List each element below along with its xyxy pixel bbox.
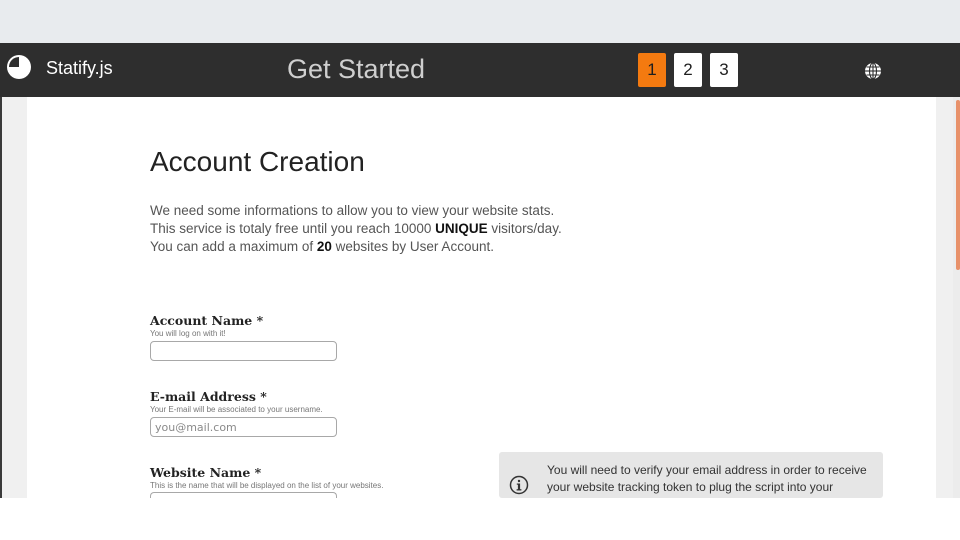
window-left-edge bbox=[0, 97, 2, 498]
website-name-hint: This is the name that will be displayed … bbox=[150, 481, 384, 490]
browser-top-strip bbox=[0, 0, 960, 43]
step-2-button[interactable]: 2 bbox=[674, 53, 702, 87]
intro-line-3: You can add a maximum of 20 websites by … bbox=[150, 239, 494, 254]
account-name-hint: You will log on with it! bbox=[150, 329, 226, 338]
top-navbar bbox=[0, 43, 960, 97]
brand-name[interactable]: Statify.js bbox=[46, 57, 113, 79]
intro-line-2: This service is totaly free until you re… bbox=[150, 221, 562, 236]
scrollbar-thumb[interactable] bbox=[956, 100, 960, 270]
intro-line-1: We need some informations to allow you t… bbox=[150, 203, 555, 218]
pie-chart-icon bbox=[7, 55, 31, 79]
email-hint: Your E-mail will be associated to your u… bbox=[150, 405, 323, 414]
section-heading: Account Creation bbox=[150, 146, 365, 177]
email-input[interactable] bbox=[150, 417, 337, 437]
step-3-button[interactable]: 3 bbox=[710, 53, 738, 87]
info-circle-icon bbox=[509, 475, 529, 495]
website-name-label: Website Name * bbox=[150, 465, 262, 480]
viewport-bottom-area bbox=[0, 498, 960, 540]
max-websites-emphasis: 20 bbox=[316, 239, 332, 254]
page-title: Get Started bbox=[287, 54, 426, 84]
account-name-label: Account Name * bbox=[150, 313, 264, 328]
step-1-button[interactable]: 1 bbox=[638, 53, 666, 87]
account-name-input[interactable] bbox=[150, 341, 337, 361]
globe-icon[interactable] bbox=[864, 62, 882, 80]
email-label: E-mail Address * bbox=[150, 389, 267, 404]
unique-emphasis: UNIQUE bbox=[435, 221, 488, 236]
